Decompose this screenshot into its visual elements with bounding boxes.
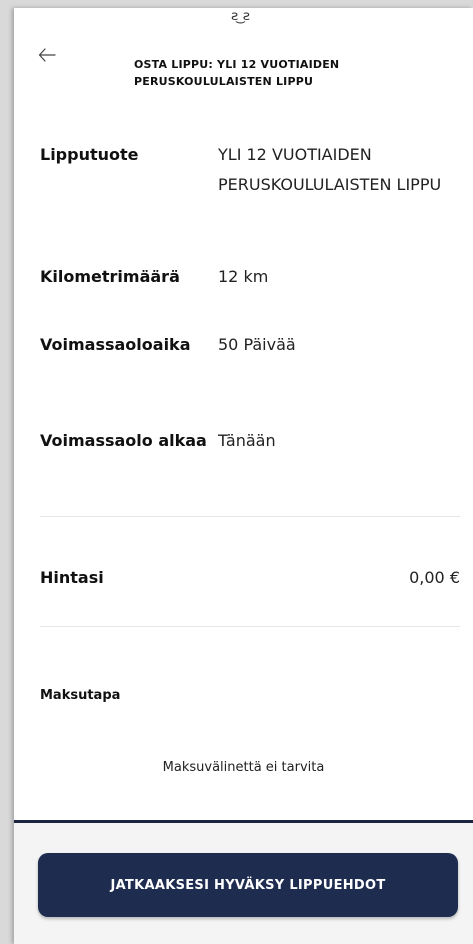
price-label: Hintasi <box>40 568 104 587</box>
price-value: 0,00 € <box>409 568 460 587</box>
payment-method-title: Maksutapa <box>40 688 121 703</box>
detail-label: Kilometrimäärä <box>40 267 180 286</box>
arrow-left-icon <box>38 48 56 62</box>
detail-value: YLI 12 VUOTIAIDEN PERUSKOULULAISTEN LIPP… <box>218 145 442 194</box>
price-row: Hintasi 0,00 € <box>40 568 460 587</box>
detail-label: Voimassaolo alkaa <box>40 431 207 450</box>
detail-row-kilometers: Kilometrimäärä 12 km <box>40 262 460 292</box>
divider <box>40 516 460 517</box>
detail-value: 12 km <box>218 267 269 286</box>
detail-value: Tänään <box>218 431 276 450</box>
status-glyph-icon: ꙅ‿ꙅ <box>231 8 250 24</box>
back-button[interactable] <box>32 40 62 70</box>
detail-label: Lipputuote <box>40 145 139 164</box>
page-title: OSTA LIPPU: YLI 12 VUOTIAIDEN PERUSKOULU… <box>134 58 340 88</box>
payment-method-note: Maksuvälinettä ei tarvita <box>162 760 325 775</box>
detail-label: Voimassaoloaika <box>40 335 191 354</box>
app-screen: ꙅ‿ꙅ OSTA LIPPU: YLI 12 VUOTIAIDEN PERUSK… <box>14 8 473 944</box>
detail-row-ticket-product: Lipputuote YLI 12 VUOTIAIDEN PERUSKOULUL… <box>40 140 460 200</box>
accept-terms-button[interactable]: JATKAAKSESI HYVÄKSY LIPPUEHDOT <box>38 853 458 917</box>
header: OSTA LIPPU: YLI 12 VUOTIAIDEN PERUSKOULU… <box>14 32 473 102</box>
detail-row-validity-period: Voimassaoloaika 50 Päivää <box>40 330 460 360</box>
divider <box>40 626 460 627</box>
footer: JATKAAKSESI HYVÄKSY LIPPUEHDOT <box>14 820 473 944</box>
detail-row-validity-start: Voimassaolo alkaa Tänään <box>40 426 460 456</box>
detail-value: 50 Päivää <box>218 335 296 354</box>
